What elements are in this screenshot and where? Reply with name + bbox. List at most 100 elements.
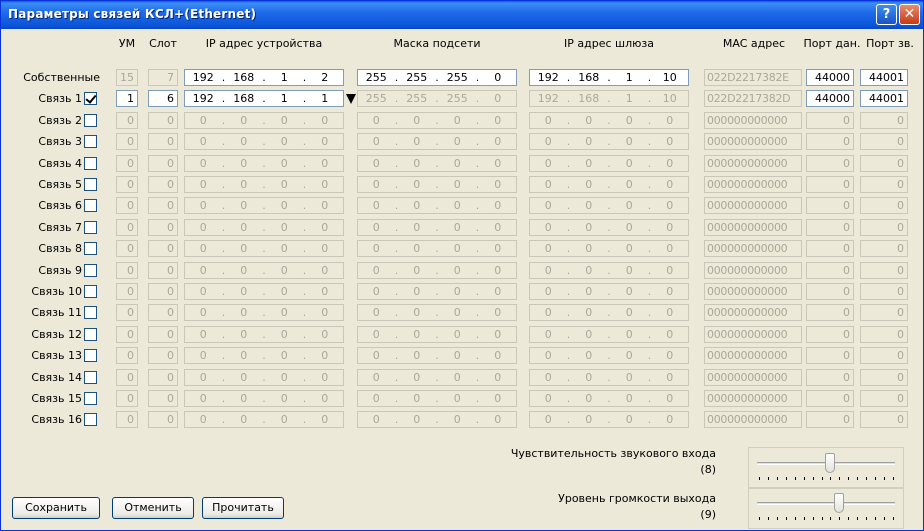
port-sound-input[interactable]: 0 [860,326,908,343]
gateway-field[interactable]: 0.0.0.0 [529,112,689,129]
port-sound-input[interactable]: 0 [860,390,908,407]
ip-device-field[interactable]: 0.0.0.0 [184,155,344,172]
port-sound-input[interactable]: 0 [860,283,908,300]
um-input[interactable]: 1 [116,90,138,107]
mac-address-field[interactable]: 000000000000 [704,240,802,257]
gateway-field[interactable]: 0.0.0.0 [529,133,689,150]
subnet-mask-field[interactable]: 0.0.0.0 [357,411,517,428]
port-data-input[interactable]: 0 [806,155,854,172]
slot-input[interactable]: 0 [148,390,178,407]
slider-thumb[interactable] [825,453,836,473]
link-enable-checkbox[interactable] [84,114,97,127]
port-sound-input[interactable]: 0 [860,176,908,193]
link-enable-checkbox[interactable] [84,306,97,319]
link-enable-checkbox[interactable] [84,328,97,341]
ip-device-field[interactable]: 0.0.0.0 [184,347,344,364]
subnet-mask-field[interactable]: 0.0.0.0 [357,219,517,236]
slot-input[interactable]: 0 [148,219,178,236]
port-data-input[interactable]: 0 [806,219,854,236]
um-input[interactable]: 0 [116,411,138,428]
um-input[interactable]: 0 [116,219,138,236]
ip-device-field[interactable]: 0.0.0.0 [184,369,344,386]
link-enable-checkbox[interactable] [84,371,97,384]
slot-input[interactable]: 0 [148,283,178,300]
um-input[interactable]: 0 [116,176,138,193]
port-data-input[interactable]: 0 [806,304,854,321]
subnet-mask-field[interactable]: 0.0.0.0 [357,262,517,279]
ip-device-field[interactable]: 0.0.0.0 [184,283,344,300]
mac-address-field[interactable]: 000000000000 [704,176,802,193]
gateway-field[interactable]: 192. 168. 1. 10 [529,90,689,107]
port-sound-input[interactable]: 0 [860,262,908,279]
um-input[interactable]: 0 [116,262,138,279]
um-input[interactable]: 0 [116,240,138,257]
link-enable-checkbox[interactable] [84,285,97,298]
gateway-field[interactable]: 0.0.0.0 [529,197,689,214]
volume-slider[interactable] [748,487,904,529]
port-data-input[interactable]: 0 [806,197,854,214]
gateway-field[interactable]: 0.0.0.0 [529,219,689,236]
um-input[interactable]: 0 [116,283,138,300]
save-button[interactable]: Сохранить [12,497,100,519]
slot-input[interactable]: 0 [148,240,178,257]
slot-input[interactable]: 0 [148,369,178,386]
link-enable-checkbox[interactable] [84,135,97,148]
port-data-input[interactable]: 0 [806,326,854,343]
mac-address-field[interactable]: 000000000000 [704,369,802,386]
port-sound-input[interactable]: 0 [860,197,908,214]
help-button[interactable]: ? [876,4,897,25]
subnet-mask-field[interactable]: 0.0.0.0 [357,390,517,407]
subnet-mask-field[interactable]: 0.0.0.0 [357,176,517,193]
mac-address-field[interactable]: 022D2217382E [704,69,802,86]
port-sound-input[interactable]: 0 [860,155,908,172]
link-enable-checkbox[interactable] [84,349,97,362]
slot-input[interactable]: 7 [148,69,178,86]
port-sound-input[interactable]: 0 [860,219,908,236]
port-sound-input[interactable]: 0 [860,112,908,129]
slot-input[interactable]: 0 [148,326,178,343]
ip-device-field[interactable]: 0.0.0.0 [184,197,344,214]
gateway-field[interactable]: 0.0.0.0 [529,155,689,172]
ip-device-field[interactable]: 0.0.0.0 [184,176,344,193]
ip-device-field[interactable]: 0.0.0.0 [184,390,344,407]
ip-device-field[interactable]: 192. 168. 1. 1 [184,90,344,107]
port-sound-input[interactable]: 0 [860,133,908,150]
link-enable-checkbox[interactable] [84,392,97,405]
subnet-mask-field[interactable]: 0.0.0.0 [357,197,517,214]
cancel-button[interactable]: Отменить [112,497,194,519]
slot-input[interactable]: 6 [148,90,178,107]
subnet-mask-field[interactable]: 0.0.0.0 [357,326,517,343]
gateway-field[interactable]: 0.0.0.0 [529,326,689,343]
mac-address-field[interactable]: 000000000000 [704,219,802,236]
port-sound-input[interactable]: 44001 [860,90,908,107]
mac-address-field[interactable]: 000000000000 [704,326,802,343]
subnet-mask-field[interactable]: 0.0.0.0 [357,347,517,364]
subnet-mask-field[interactable]: 0.0.0.0 [357,283,517,300]
port-sound-input[interactable]: 0 [860,304,908,321]
gateway-field[interactable]: 0.0.0.0 [529,240,689,257]
slot-input[interactable]: 0 [148,411,178,428]
link-enable-checkbox[interactable] [84,199,97,212]
um-input[interactable]: 0 [116,347,138,364]
um-input[interactable]: 0 [116,133,138,150]
slot-input[interactable]: 0 [148,112,178,129]
um-input[interactable]: 0 [116,390,138,407]
close-button[interactable]: ✕ [899,4,920,25]
link-enable-checkbox[interactable] [84,221,97,234]
port-data-input[interactable]: 44000 [806,90,854,107]
port-data-input[interactable]: 0 [806,262,854,279]
mac-address-field[interactable]: 000000000000 [704,197,802,214]
ip-device-field[interactable]: 0.0.0.0 [184,262,344,279]
port-data-input[interactable]: 0 [806,369,854,386]
port-data-input[interactable]: 0 [806,240,854,257]
subnet-mask-field[interactable]: 0.0.0.0 [357,304,517,321]
ip-device-field[interactable]: 0.0.0.0 [184,326,344,343]
port-data-input[interactable]: 44000 [806,69,854,86]
slot-input[interactable]: 0 [148,262,178,279]
mac-address-field[interactable]: 000000000000 [704,155,802,172]
link-enable-checkbox[interactable] [84,178,97,191]
link-enable-checkbox[interactable] [84,92,97,105]
subnet-mask-field[interactable]: 255. 255. 255. 0 [357,90,517,107]
subnet-mask-field[interactable]: 0.0.0.0 [357,155,517,172]
port-sound-input[interactable]: 0 [860,347,908,364]
